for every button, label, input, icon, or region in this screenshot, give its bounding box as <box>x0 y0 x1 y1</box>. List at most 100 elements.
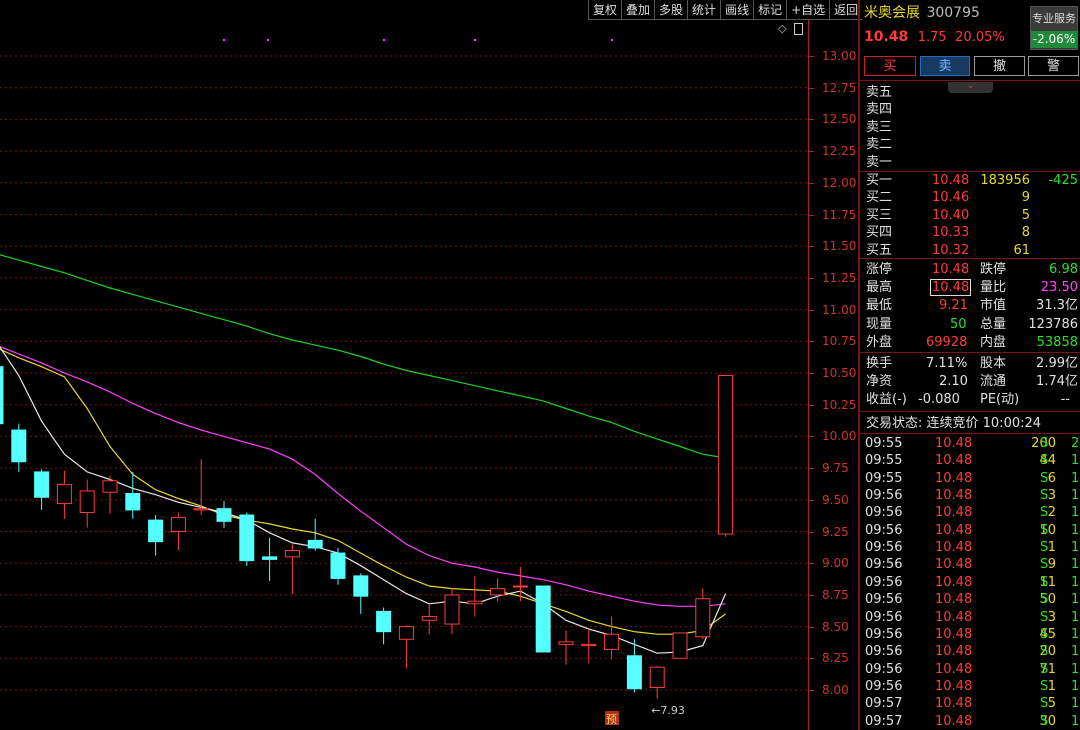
tick-price: 10.48 <box>935 453 973 469</box>
tick-time: 09:55 <box>865 453 903 469</box>
tick-price: 10.48 <box>935 609 973 625</box>
high-value: 10.48 <box>930 279 972 296</box>
stock-name: 米奥会展 <box>864 5 920 21</box>
candle-body <box>330 552 346 579</box>
tick-count: 1 <box>1071 505 1080 521</box>
candle-body <box>604 633 620 650</box>
inner-value: 53858 <box>1036 335 1078 350</box>
candle-body <box>34 471 50 498</box>
tick-count: 1 <box>1071 713 1080 729</box>
y-tick-mark <box>809 626 814 628</box>
tick-volume: 6 <box>1047 470 1056 486</box>
tick-time: 09:56 <box>865 557 903 573</box>
turnover-value: 7.11% <box>926 356 968 371</box>
candle-body <box>512 585 528 588</box>
tick-count: 1 <box>1071 626 1080 642</box>
tick-count: 2 <box>1071 436 1080 451</box>
candle-body <box>56 484 72 505</box>
sell-level-label: 卖五 <box>866 85 893 100</box>
candle-body <box>535 585 551 653</box>
y-tick-label: 10.75 <box>822 334 857 349</box>
toolbar-item-5[interactable]: 标记 <box>753 0 787 20</box>
toolbar-item-3[interactable]: 统计 <box>687 0 721 20</box>
candle-body <box>649 666 665 688</box>
vol-ratio-label: 量比 <box>980 280 1007 295</box>
buy-level-volume: 9 <box>1021 190 1030 206</box>
y-tick-label: 9.00 <box>822 556 849 571</box>
y-tick-mark <box>809 404 814 406</box>
vol-ratio-value: 23.50 <box>1040 280 1078 295</box>
tick-time: 09:56 <box>865 592 903 608</box>
candle-body <box>376 610 392 633</box>
mkt-cap-label: 市值 <box>980 298 1007 313</box>
expand-toggle[interactable]: ⌄ <box>948 82 993 93</box>
tick-side: S <box>1040 453 1049 469</box>
candle-body <box>102 480 118 493</box>
signal-dot <box>223 39 225 41</box>
y-tick-mark <box>809 246 814 248</box>
y-tick-mark <box>809 594 814 596</box>
signal-dot <box>383 39 385 41</box>
tick-count: 1 <box>1071 592 1080 608</box>
tick-volume: 1 <box>1047 540 1056 556</box>
y-tick-label: 8.75 <box>822 587 849 602</box>
toolbar-item-4[interactable]: 画线 <box>720 0 754 20</box>
toolbar-item-6[interactable]: +自选 <box>786 0 830 20</box>
price-change-pct: 20.05% <box>955 30 1005 45</box>
tick-time: 09:56 <box>865 505 903 521</box>
tick-time: 09:55 <box>865 436 903 451</box>
y-tick-mark <box>809 182 814 184</box>
low-price-marker: ←7.93 <box>651 704 685 717</box>
y-tick-mark <box>809 56 814 57</box>
tick-time: 09:55 <box>865 470 903 486</box>
tick-time: 09:56 <box>865 522 903 538</box>
pro-service-box[interactable]: 专业服务 -2.06% <box>1030 6 1078 50</box>
tick-volume: 3 <box>1047 488 1056 504</box>
y-tick-label: 11.75 <box>822 207 857 222</box>
buy-level-change: -425 <box>1048 173 1078 188</box>
eps-value: -0.080 <box>918 392 960 407</box>
y-tick-label: 12.75 <box>822 80 857 95</box>
buy-button[interactable]: 买 <box>864 56 916 76</box>
nav-label: 净资 <box>866 374 893 389</box>
kline-chart[interactable]: ←7.93 预 <box>0 20 808 730</box>
candle-body <box>444 594 460 625</box>
y-tick-label: 12.25 <box>822 144 857 159</box>
buy-level-volume: 5 <box>1021 207 1030 223</box>
tick-price: 10.48 <box>935 592 973 608</box>
y-tick-label: 8.00 <box>822 683 849 697</box>
pe-label: PE(动) <box>980 392 1020 407</box>
chevron-down-icon: ⌄ <box>966 81 975 91</box>
tick-time: 09:56 <box>865 644 903 660</box>
toolbar-item-2[interactable]: 多股 <box>654 0 688 20</box>
diamond-icon[interactable]: ◇ <box>778 23 788 34</box>
y-tick-mark <box>809 277 814 279</box>
toolbar-item-1[interactable]: 叠加 <box>621 0 655 20</box>
sell-level-label: 卖三 <box>866 119 893 135</box>
y-tick-mark <box>809 468 814 470</box>
last-price: 10.48 <box>864 29 909 45</box>
y-tick-mark <box>809 373 814 374</box>
tick-time: 09:56 <box>865 574 903 590</box>
sell-button[interactable]: 卖 <box>920 56 970 76</box>
panel-toggle-icon[interactable] <box>794 23 803 35</box>
cancel-button[interactable]: 撤 <box>974 56 1025 76</box>
tick-count: 1 <box>1071 644 1080 660</box>
tick-price: 10.48 <box>935 436 973 451</box>
y-tick-label: 8.50 <box>822 619 849 634</box>
sell-level-label: 卖二 <box>866 137 893 153</box>
tick-time: 09:57 <box>865 696 903 712</box>
tick-time: 09:56 <box>865 609 903 625</box>
alert-button[interactable]: 警 <box>1028 56 1079 76</box>
candle-body <box>626 655 642 690</box>
tick-side: S <box>1040 540 1049 556</box>
toolbar-item-0[interactable]: 复权 <box>588 0 622 20</box>
y-tick-label: 9.25 <box>822 524 849 539</box>
candle-body <box>216 508 232 522</box>
tick-count: 1 <box>1071 609 1080 625</box>
buy-level-volume: 8 <box>1021 225 1030 241</box>
candle-body <box>398 626 414 640</box>
buy-level-price: 10.40 <box>932 207 970 223</box>
tick-price: 10.48 <box>935 488 973 504</box>
trading-status: 交易状态: 连续竞价 10:00:24 <box>866 416 1042 431</box>
